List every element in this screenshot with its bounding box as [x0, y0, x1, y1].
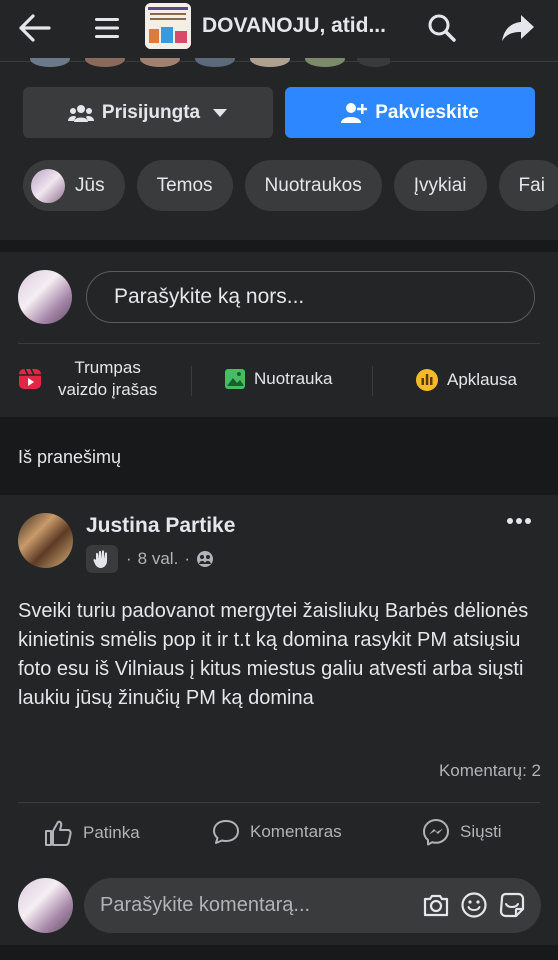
reel-label-line1: Trumpas: [74, 358, 141, 377]
composer-actions: Trumpas vaizdo įrašas Nuotrauka Apklausa: [0, 344, 558, 417]
messenger-icon: [423, 819, 449, 846]
like-button[interactable]: Patinka: [43, 818, 140, 848]
group-header: Prisijungta Pakvieskite Jūs Temos Nuotra…: [0, 58, 558, 240]
group-cover-thumbnail[interactable]: [145, 3, 191, 49]
joined-button[interactable]: Prisijungta: [23, 87, 273, 138]
group-audience-icon: [196, 551, 213, 567]
tab-you[interactable]: Jūs: [23, 160, 125, 211]
reel-icon: [19, 368, 41, 389]
meta-separator: ·: [184, 549, 190, 568]
reel-label-line2: vaizdo įrašas: [58, 380, 158, 399]
post-input[interactable]: Parašykite ką nors...: [86, 271, 535, 323]
post-meta: · 8 val. ·: [86, 545, 214, 573]
newcomer-badge[interactable]: [86, 545, 118, 573]
tab-label: Temos: [156, 174, 213, 196]
post-author[interactable]: Justina Partike: [86, 514, 235, 538]
tab-label: Nuotraukos: [264, 174, 362, 196]
bottom-spacer: [0, 945, 558, 960]
comment-button[interactable]: Komentaras: [212, 818, 342, 846]
reel-button[interactable]: Trumpas vaizdo įrašas: [18, 357, 157, 401]
tab-label: Jūs: [75, 174, 105, 196]
comment-input[interactable]: Parašykite komentarą...: [84, 878, 541, 933]
comment-label: Komentaras: [250, 822, 342, 841]
comment-bubble-icon: [213, 820, 239, 844]
tab-label: Fai: [518, 174, 545, 196]
invite-button-label: Pakvieskite: [375, 101, 479, 123]
send-label: Siųsti: [460, 822, 502, 841]
group-tabs: Jūs Temos Nuotraukos Įvykiai Fai: [23, 160, 558, 211]
post-input-placeholder: Parašykite ką nors...: [114, 285, 305, 308]
divider: [372, 366, 373, 396]
comments-count[interactable]: Komentarų: 2: [439, 761, 541, 781]
waving-hand-icon: [93, 550, 107, 568]
tab-events[interactable]: Įvykiai: [393, 160, 487, 211]
top-bar: DOVANOJU, atid...: [0, 0, 558, 62]
more-options-icon[interactable]: [502, 511, 536, 531]
search-icon[interactable]: [422, 8, 462, 48]
hamburger-menu-icon[interactable]: [90, 8, 124, 48]
send-button[interactable]: Siųsti: [422, 818, 502, 846]
group-title[interactable]: DOVANOJU, atid...: [202, 14, 386, 38]
poll-button[interactable]: Apklausa: [415, 368, 517, 392]
feed-section-label: Iš pranešimų: [18, 447, 122, 467]
thumbs-up-icon: [45, 820, 72, 846]
emoji-icon[interactable]: [459, 890, 489, 920]
joined-button-label: Prisijungta: [101, 101, 201, 123]
poll-icon: [416, 369, 438, 391]
photo-label: Nuotrauka: [254, 369, 333, 388]
back-arrow-icon[interactable]: [14, 8, 54, 48]
post-time[interactable]: 8 val.: [138, 549, 179, 569]
camera-icon[interactable]: [421, 890, 451, 920]
caret-down-icon: [213, 108, 228, 117]
like-label: Patinka: [83, 823, 140, 842]
post-composer: Parašykite ką nors... Trumpas vaizdo įra…: [0, 252, 558, 417]
comment-input-icons: [421, 890, 527, 920]
people-icon: [67, 104, 94, 122]
avatar[interactable]: [18, 270, 72, 324]
photo-icon: [225, 369, 245, 389]
invite-button[interactable]: Pakvieskite: [285, 87, 535, 138]
tab-photos[interactable]: Nuotraukos: [244, 160, 382, 211]
avatar[interactable]: [18, 878, 73, 933]
poll-label: Apklausa: [447, 370, 517, 389]
tab-files[interactable]: Fai: [498, 160, 558, 211]
post-body: Sveiki turiu padovanot mergytei žaisliuk…: [18, 600, 529, 709]
tab-label: Įvykiai: [413, 174, 467, 196]
tab-topics[interactable]: Temos: [136, 160, 233, 211]
avatar: [31, 168, 65, 203]
divider: [191, 366, 192, 396]
member-avatars-strip: [30, 58, 390, 67]
sticker-icon[interactable]: [497, 890, 527, 920]
photo-button[interactable]: Nuotrauka: [224, 368, 332, 390]
comment-input-placeholder: Parašykite komentarą...: [100, 894, 311, 916]
share-arrow-icon[interactable]: [498, 8, 538, 48]
meta-separator: ·: [126, 549, 132, 568]
author-avatar[interactable]: [18, 513, 73, 568]
divider: [18, 802, 540, 803]
add-person-icon: [341, 102, 368, 123]
post-card: Justina Partike · 8 val. · Sveiki turiu …: [0, 495, 558, 945]
